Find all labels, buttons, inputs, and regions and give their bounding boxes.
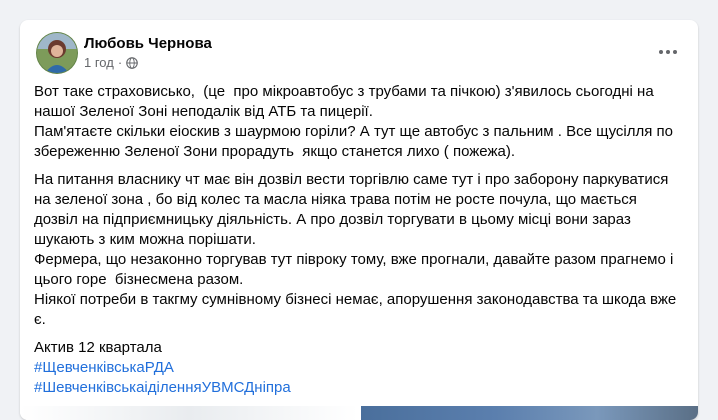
- post-text: Вот таке страховисько, (це про мікроавто…: [34, 82, 684, 398]
- post-photo[interactable]: [361, 406, 698, 420]
- post-meta: 1 год ·: [84, 54, 138, 72]
- more-horizontal-icon: [659, 50, 663, 54]
- post-paragraph: Актив 12 квартала: [34, 339, 162, 356]
- globe-icon: [126, 57, 138, 69]
- meta-separator: ·: [117, 55, 123, 70]
- post-photo[interactable]: [20, 406, 358, 420]
- hashtag-link[interactable]: #ШевченківськаіділенняУВМСДніпра: [34, 378, 684, 398]
- avatar-photo-icon: [37, 33, 77, 73]
- author-avatar[interactable]: [36, 32, 78, 74]
- author-name[interactable]: Любовь Чернова: [84, 34, 212, 54]
- post-paragraph: На питання власнику чт має він дозвіл ве…: [34, 171, 677, 328]
- more-options-button[interactable]: [650, 34, 686, 70]
- more-dot: [666, 50, 670, 54]
- post-media: [20, 406, 698, 420]
- hashtag-link[interactable]: #ЩевченківськаРДА: [34, 358, 684, 378]
- post-card: Любовь Чернова 1 год · Вот таке страхови…: [20, 20, 698, 420]
- post-timestamp[interactable]: 1 год: [84, 54, 114, 72]
- post-paragraph: Вот таке страховисько, (це про мікроавто…: [34, 83, 674, 160]
- post-header: Любовь Чернова 1 год ·: [36, 32, 682, 76]
- more-dot: [673, 50, 677, 54]
